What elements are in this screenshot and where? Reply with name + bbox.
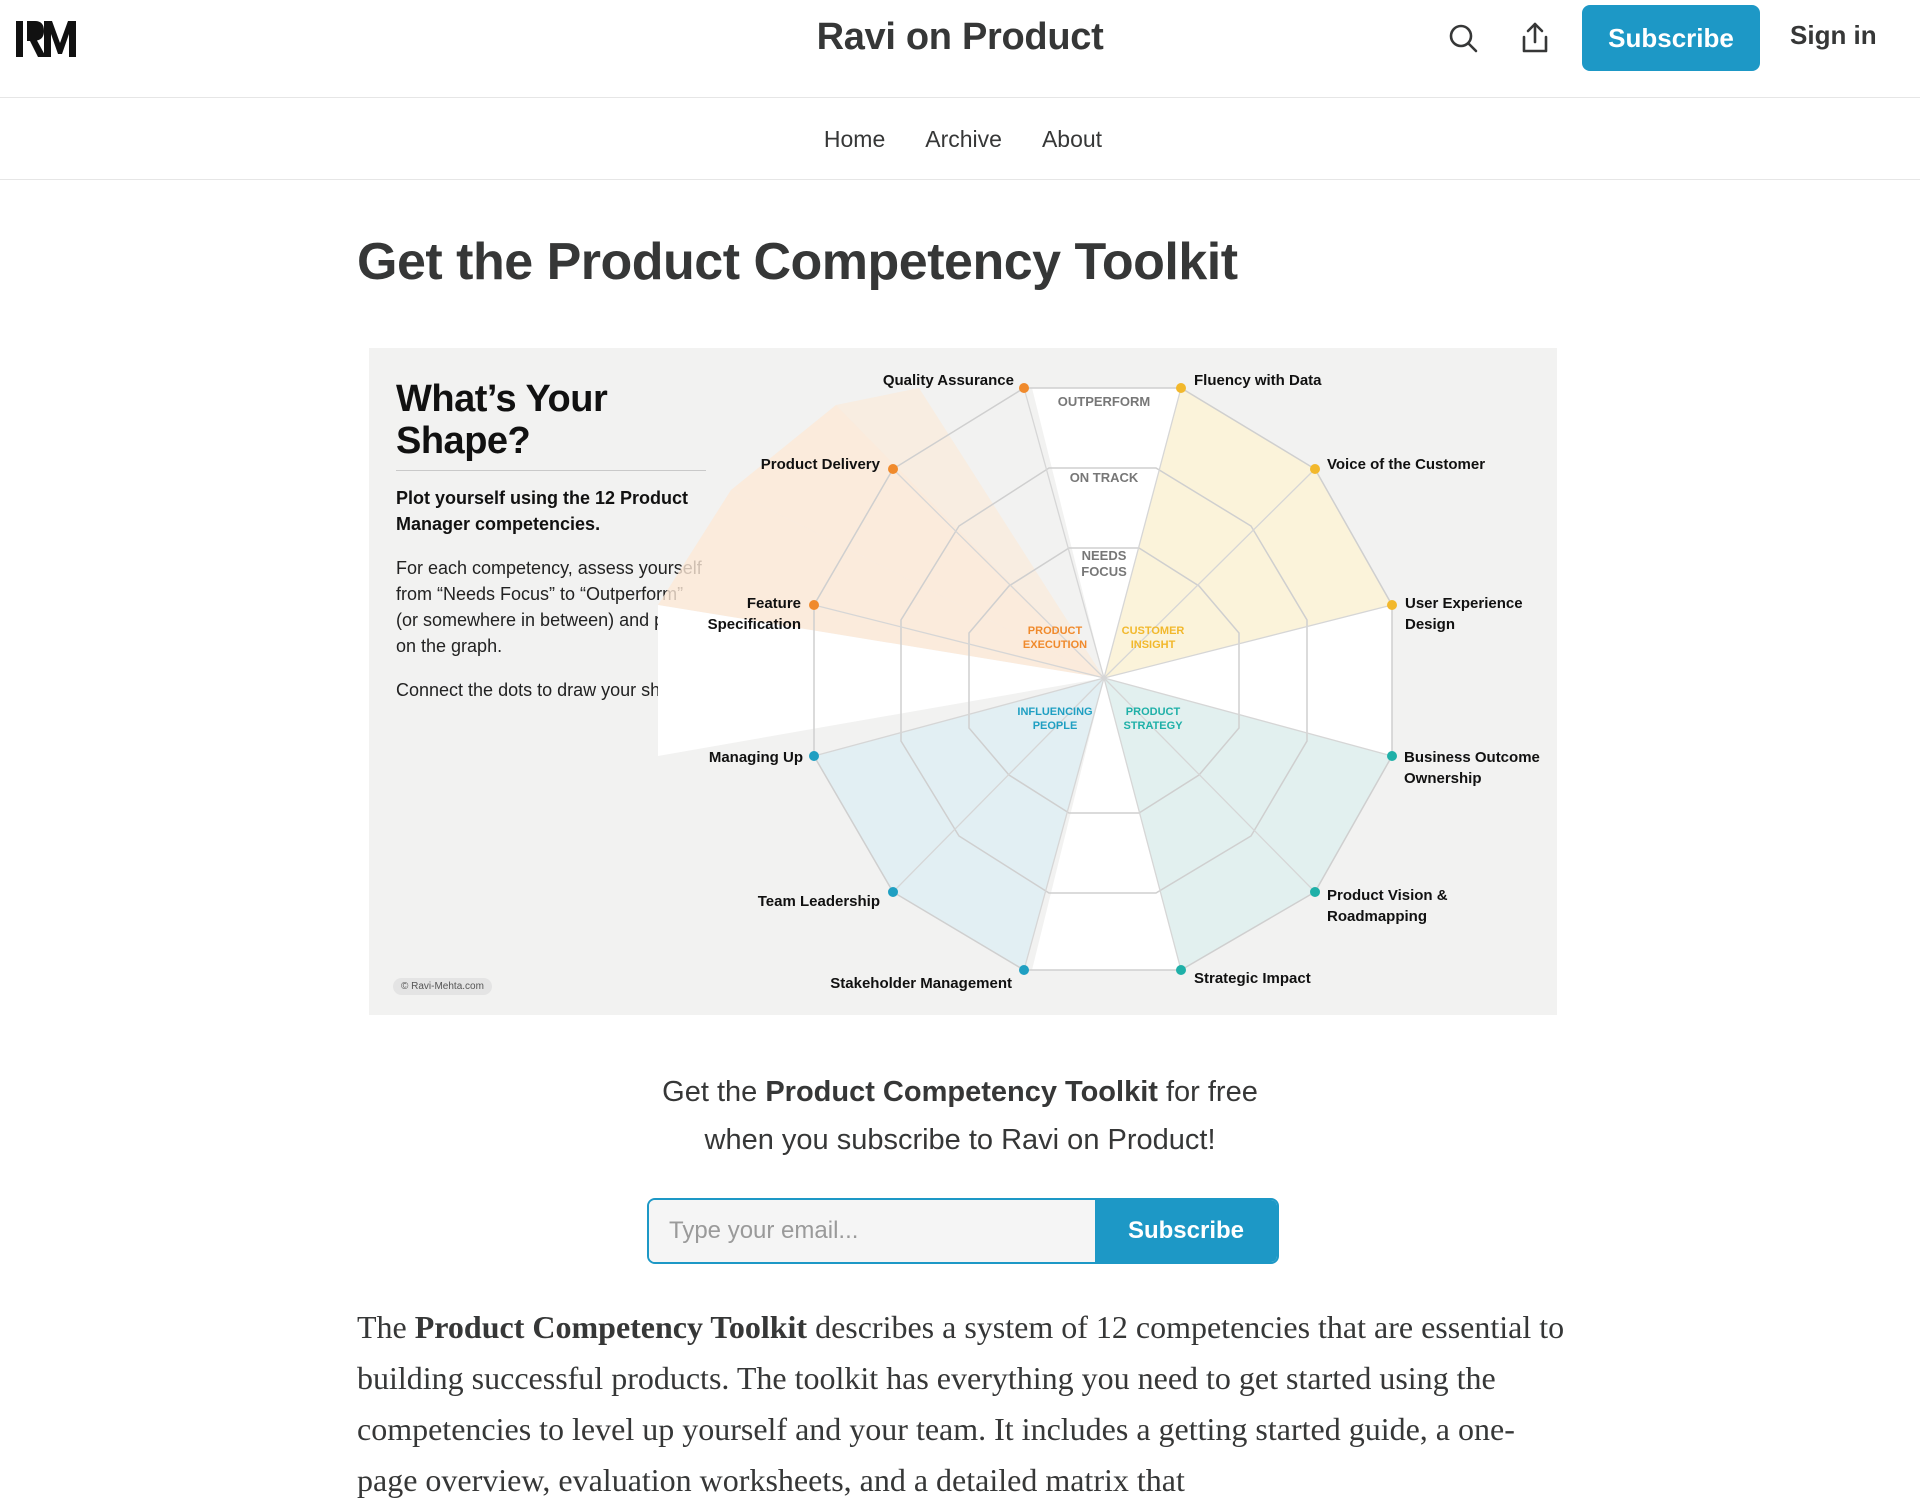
label-feature-spec-2: Specification: [708, 616, 801, 633]
nav-item-about[interactable]: About: [1042, 126, 1102, 153]
label-team-leadership: Team Leadership: [758, 893, 880, 910]
competency-radar: OUTPERFORM ON TRACK NEEDS FOCUS PRODUCT …: [658, 372, 1540, 992]
cta-line-1: Get the Product Competency Toolkit for f…: [0, 1068, 1920, 1116]
label-product-vision-1: Product Vision &: [1327, 887, 1448, 904]
subscribe-cta: Get the Product Competency Toolkit for f…: [0, 1068, 1920, 1164]
label-product-delivery: Product Delivery: [761, 456, 881, 473]
search-icon[interactable]: [1443, 18, 1483, 58]
category-influencing-people-1: INFLUENCING: [1017, 706, 1092, 718]
body-bold: Product Competency Toolkit: [414, 1309, 808, 1345]
cta-prefix: Get the: [662, 1076, 766, 1108]
label-fluency-with-data: Fluency with Data: [1194, 372, 1322, 389]
cta-suffix: for free: [1157, 1076, 1258, 1108]
publication-logo[interactable]: [14, 18, 86, 60]
sign-in-link[interactable]: Sign in: [1790, 20, 1877, 51]
cta-line-2: when you subscribe to Ravi on Product!: [704, 1124, 1216, 1156]
cta-bold: Product Competency Toolkit: [765, 1076, 1158, 1108]
level-needs: NEEDS: [1082, 548, 1127, 563]
subscribe-form-button[interactable]: Subscribe: [1095, 1200, 1277, 1262]
share-icon[interactable]: [1515, 18, 1555, 58]
level-focus: FOCUS: [1081, 564, 1127, 579]
label-user-experience-1: User Experience: [1405, 595, 1523, 612]
category-customer-insight-1: CUSTOMER: [1122, 625, 1185, 637]
label-business-outcome-2: Ownership: [1404, 770, 1482, 787]
label-feature-spec-1: Feature: [747, 595, 801, 612]
nav-item-archive[interactable]: Archive: [925, 126, 1002, 153]
subscribe-button[interactable]: Subscribe: [1582, 5, 1760, 71]
label-quality-assurance: Quality Assurance: [883, 372, 1014, 389]
category-influencing-people-2: PEOPLE: [1033, 720, 1078, 732]
competency-shape-image: What’s Your Shape? Plot yourself using t…: [369, 348, 1557, 1015]
main-nav: Home Archive About: [0, 99, 1920, 180]
category-product-execution-2: EXECUTION: [1023, 639, 1087, 651]
email-input[interactable]: [649, 1200, 1095, 1262]
subscribe-form: Subscribe: [647, 1198, 1279, 1264]
body-prefix: The: [357, 1309, 415, 1345]
site-header: Ravi on Product Subscribe Sign in: [0, 0, 1920, 98]
page-title: Get the Product Competency Toolkit: [357, 233, 1238, 291]
post-body-paragraph: The Product Competency Toolkit describes…: [357, 1302, 1573, 1504]
label-voice-of-customer: Voice of the Customer: [1327, 456, 1485, 473]
category-product-strategy-1: PRODUCT: [1126, 706, 1181, 718]
category-product-strategy-2: STRATEGY: [1123, 720, 1183, 732]
label-user-experience-2: Design: [1405, 616, 1455, 633]
category-product-execution-1: PRODUCT: [1028, 625, 1083, 637]
level-on-track: ON TRACK: [1070, 470, 1139, 485]
publication-title[interactable]: Ravi on Product: [817, 16, 1104, 58]
label-product-vision-2: Roadmapping: [1327, 908, 1427, 925]
level-outperform: OUTPERFORM: [1058, 394, 1150, 409]
label-managing-up: Managing Up: [709, 749, 803, 766]
label-business-outcome-1: Business Outcome: [1404, 749, 1540, 766]
nav-item-home[interactable]: Home: [824, 126, 885, 153]
category-customer-insight-2: INSIGHT: [1131, 639, 1176, 651]
label-strategic-impact: Strategic Impact: [1194, 970, 1311, 987]
label-stakeholder-management: Stakeholder Management: [830, 975, 1012, 992]
